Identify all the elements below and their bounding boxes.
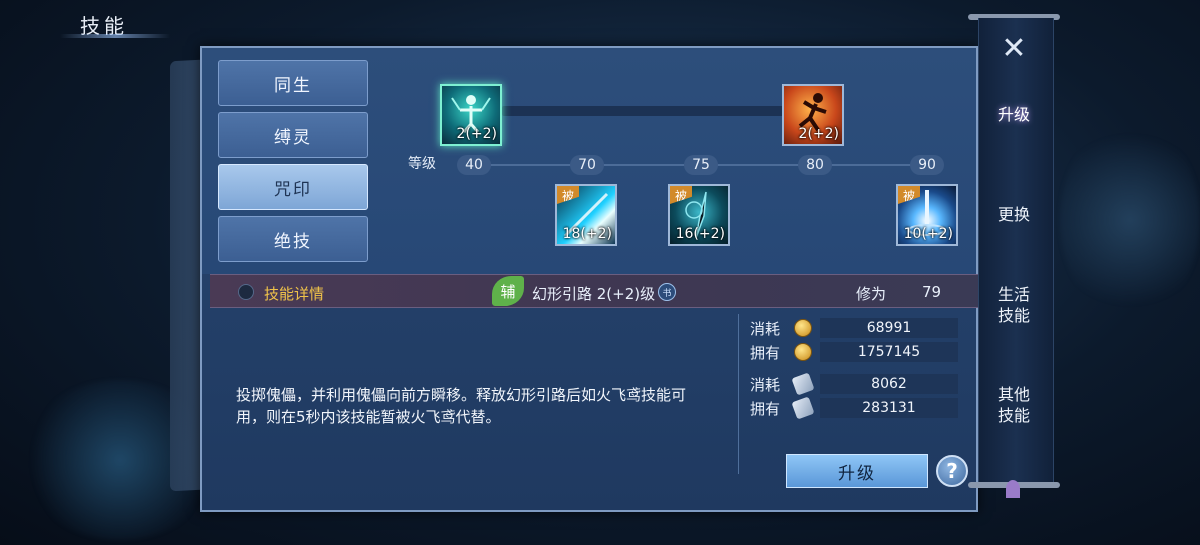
level-marker: 40 (457, 155, 491, 175)
skill-connector (502, 106, 792, 116)
scroll-own-row: 拥有 283131 (750, 396, 960, 420)
level-marker: 75 (684, 155, 718, 175)
close-button[interactable]: ✕ (996, 31, 1032, 66)
tab-zhouyin[interactable]: 咒印 (218, 164, 368, 210)
active-skill-slot[interactable]: 2(+2) (782, 84, 844, 146)
passive-skill-slot[interactable]: 被 16(+2) (668, 184, 730, 246)
scroll-own-value: 283131 (820, 398, 958, 418)
scroll-cost-value: 8062 (820, 374, 958, 394)
upgrade-button[interactable]: 升级 (786, 454, 928, 488)
skill-book-icon[interactable]: 书 (658, 283, 676, 301)
skill-tree: 等级 40 70 75 80 90 2(+2) 2(+2) 被 18(+2) 被… (402, 84, 962, 264)
tab-jueji[interactable]: 绝技 (218, 216, 368, 262)
coin-cost-label: 消耗 (750, 320, 781, 338)
skill-level: 2(+2) (456, 126, 497, 142)
skill-description: 投掷傀儡，并利用傀儡向前方瞬移。释放幻形引路后如火飞鸢技能可用，则在5秒内该技能… (236, 386, 687, 426)
side-menu-change[interactable]: 更换 (996, 204, 1032, 225)
coin-own-label: 拥有 (750, 344, 781, 362)
level-label: 等级 (408, 156, 436, 172)
coin-icon (794, 343, 812, 361)
skill-detail-bar: 技能详情 辅 幻形引路 2(+2)级 书 修为 79 (210, 274, 978, 308)
side-menu-upgrade[interactable]: 升级 (996, 104, 1032, 125)
coin-icon (794, 319, 812, 337)
selected-skill-name: 幻形引路 2(+2)级 (532, 285, 656, 303)
skill-detail-label[interactable]: 技能详情 (264, 283, 324, 304)
tab-tongsheng[interactable]: 同生 (218, 60, 368, 106)
tassel-decoration (1006, 480, 1020, 498)
side-menu-life-skills[interactable]: 生活技能 (996, 284, 1032, 326)
aux-type-badge: 辅 (492, 276, 524, 306)
cultivation-label: 修为 (856, 285, 887, 303)
coin-cost-row: 消耗 68991 (750, 318, 960, 338)
level-marker: 70 (570, 155, 604, 175)
help-button[interactable]: ? (936, 455, 968, 487)
level-marker: 90 (910, 155, 944, 175)
passive-skill-slot[interactable]: 被 10(+2) (896, 184, 958, 246)
scroll-own-label: 拥有 (750, 400, 781, 418)
divider (738, 314, 739, 474)
skill-level: 18(+2) (562, 226, 612, 242)
passive-skill-slot[interactable]: 被 18(+2) (555, 184, 617, 246)
active-skill-slot[interactable]: 2(+2) (440, 84, 502, 146)
scroll-cost-row: 消耗 8062 (750, 372, 960, 396)
tab-fuling[interactable]: 缚灵 (218, 112, 368, 158)
coin-own-row: 拥有 1757145 (750, 342, 960, 362)
scroll-cost-label: 消耗 (750, 376, 781, 394)
background-glow (1060, 120, 1200, 320)
coin-own-value: 1757145 (820, 342, 958, 362)
skill-category-tabs: 同生 缚灵 咒印 绝技 (218, 60, 368, 268)
cultivation-value: 79 (922, 283, 942, 301)
scroll-icon (791, 372, 815, 396)
scroll-icon (791, 396, 815, 420)
coin-cost-value: 68991 (820, 318, 958, 338)
level-marker: 80 (798, 155, 832, 175)
side-menu-other-skills[interactable]: 其他技能 (996, 384, 1032, 426)
skill-panel: 同生 缚灵 咒印 绝技 等级 40 70 75 80 90 2(+2) 2(+2… (200, 46, 978, 512)
title-decoration (60, 34, 170, 38)
skill-level: 2(+2) (798, 126, 839, 142)
skill-level: 10(+2) (903, 226, 953, 242)
skill-level: 16(+2) (675, 226, 725, 242)
skill-detail-toggle[interactable] (238, 284, 254, 300)
